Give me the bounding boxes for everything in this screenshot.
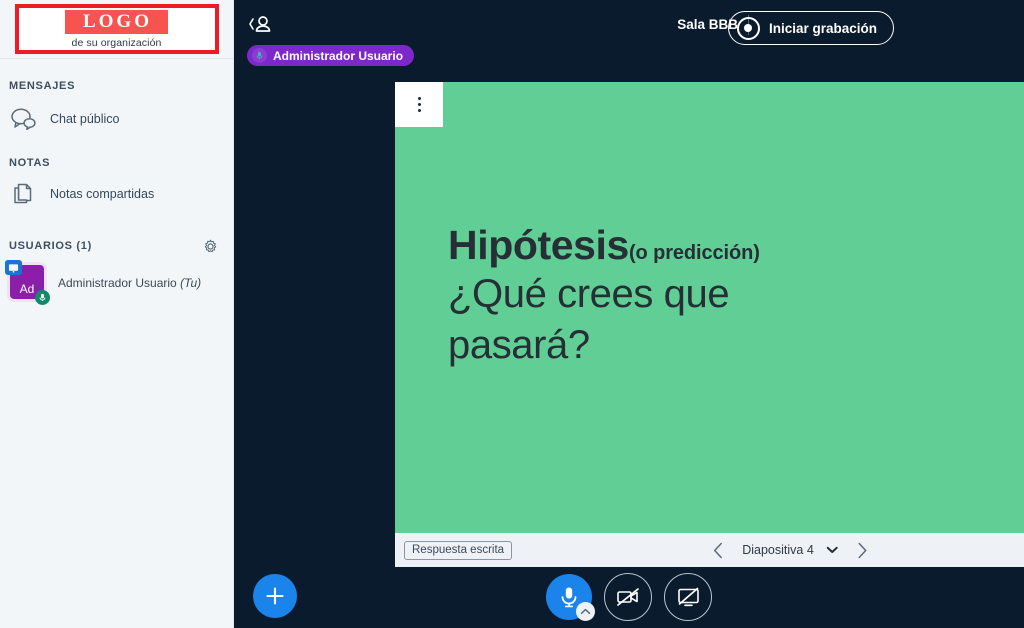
media-controls bbox=[546, 573, 712, 621]
documents-icon bbox=[10, 181, 44, 207]
chevron-right-icon[interactable] bbox=[852, 539, 872, 561]
camera-off-icon bbox=[617, 588, 639, 606]
slide-heading-main: Hipótesis bbox=[448, 222, 629, 268]
chevron-down-icon bbox=[826, 541, 838, 559]
logo-banner-text: LOGO bbox=[64, 9, 168, 34]
chevron-up-icon[interactable] bbox=[576, 602, 595, 621]
active-talker-name: Administrador Usuario bbox=[273, 48, 404, 63]
presentation-badge-icon bbox=[5, 260, 22, 275]
slide-question-line-2: pasará? bbox=[448, 322, 590, 367]
slide-select[interactable]: Diapositiva 4 bbox=[742, 541, 838, 559]
logo-box: LOGO de su organización bbox=[14, 4, 219, 54]
screenshare-button[interactable] bbox=[664, 573, 712, 621]
sidebar-item-shared-notes[interactable]: Notas compartidas bbox=[0, 173, 233, 215]
section-header-users: USUARIOS (1) bbox=[0, 235, 233, 257]
presentation-container: Est Hipótesis(o predicción) ¿Qué crees q… bbox=[395, 82, 1024, 567]
slide-select-label: Diapositiva 4 bbox=[742, 543, 814, 557]
slide-question-line-1: ¿Qué crees que bbox=[448, 271, 730, 316]
gear-icon[interactable] bbox=[199, 235, 221, 257]
slide-navigation: Diapositiva 4 bbox=[708, 539, 872, 561]
add-button[interactable] bbox=[253, 574, 297, 618]
plus-icon bbox=[266, 587, 284, 605]
topbar: Administrador Usuario Sala BBB Iniciar g… bbox=[234, 0, 1024, 70]
microphone-icon bbox=[252, 48, 267, 63]
user-self-tag: (Tu) bbox=[180, 276, 202, 290]
written-response-button[interactable]: Respuesta escrita bbox=[404, 540, 513, 560]
screenshare-off-icon bbox=[677, 587, 699, 607]
microphone-button[interactable] bbox=[546, 574, 595, 621]
start-recording-label: Iniciar grabación bbox=[768, 20, 877, 36]
start-recording-button[interactable]: Iniciar grabación bbox=[727, 11, 894, 45]
record-dot bbox=[744, 24, 753, 32]
hide-user-list-icon[interactable] bbox=[246, 12, 276, 36]
active-talker-badge: Administrador Usuario bbox=[247, 45, 415, 66]
logo-subtitle: de su organización bbox=[71, 36, 162, 49]
three-dots-vertical-icon[interactable] bbox=[395, 82, 443, 127]
record-circle-icon bbox=[736, 16, 760, 40]
section-header-messages: MENSAJES bbox=[9, 80, 76, 92]
users-count-label: USUARIOS (1) bbox=[9, 240, 92, 252]
sidebar: LOGO de su organización MENSAJES Chat pú… bbox=[0, 0, 234, 628]
options-dots bbox=[417, 97, 421, 112]
avatar: Ad bbox=[5, 260, 50, 305]
microphone-badge-icon bbox=[35, 290, 50, 305]
action-bar bbox=[234, 567, 1024, 628]
main-area: Administrador Usuario Sala BBB Iniciar g… bbox=[234, 0, 1024, 628]
slide-heading-suffix: (o predicción) bbox=[628, 242, 760, 264]
chevron-left-icon[interactable] bbox=[708, 539, 728, 561]
user-name-text: Administrador Usuario bbox=[58, 276, 177, 290]
sidebar-item-public-chat[interactable]: Chat público bbox=[0, 98, 233, 140]
chat-bubbles-icon bbox=[10, 107, 44, 131]
bbb-meeting-window: LOGO de su organización MENSAJES Chat pú… bbox=[0, 0, 1024, 628]
presentation-toolbar: Respuesta escrita Diapositiva 4 bbox=[395, 533, 1024, 567]
slide-content: Hipótesis(o predicción) ¿Qué crees que p… bbox=[448, 222, 1024, 368]
list-item-label: Administrador Usuario (Tu) bbox=[58, 276, 201, 290]
list-item[interactable]: Ad Administrador Usuario (Tu) bbox=[0, 260, 233, 306]
sidebar-item-label-public-chat: Chat público bbox=[50, 112, 120, 126]
slide-heading: Hipótesis(o predicción) bbox=[448, 222, 1024, 268]
section-header-notes: NOTAS bbox=[9, 157, 51, 169]
organization-logo: LOGO de su organización bbox=[0, 0, 233, 59]
sidebar-item-label-shared-notes: Notas compartidas bbox=[50, 187, 155, 201]
slide-canvas[interactable]: Est Hipótesis(o predicción) ¿Qué crees q… bbox=[395, 82, 1024, 533]
camera-button[interactable] bbox=[604, 573, 652, 621]
